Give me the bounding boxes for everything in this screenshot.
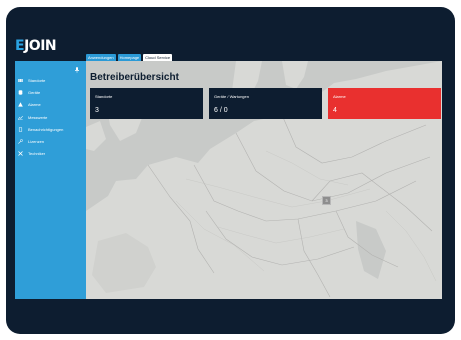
sidebar-item-label: Techniker: [28, 150, 46, 156]
phone-icon: [18, 126, 23, 132]
stat-card-value: 6 / 0: [214, 107, 228, 114]
page-title: Betreiberübersicht: [90, 72, 179, 83]
sidebar-item-alarme[interactable]: Alarme: [15, 100, 86, 108]
stat-card-label: Standorte: [95, 94, 113, 99]
sidebar: Standorte Geräte Alarme Messwerte Benach…: [15, 61, 86, 299]
map-location-marker[interactable]: 3: [322, 196, 331, 205]
sidebar-item-label: Alarme: [28, 101, 41, 107]
key-icon: [18, 138, 23, 144]
stat-card-label: Geräte / Wartungen: [214, 94, 249, 99]
stat-card-alarme[interactable]: Alarme 4: [328, 88, 441, 119]
pin-icon[interactable]: [74, 67, 80, 73]
sidebar-item-benachrichtigungen[interactable]: Benachrichtigungen: [15, 125, 86, 133]
sidebar-item-label: Lizenzen: [28, 138, 45, 144]
sidebar-item-lizenzen[interactable]: Lizenzen: [15, 137, 86, 145]
app-logo: EJOIN: [15, 38, 57, 54]
stat-card-standorte[interactable]: Standorte 3: [90, 88, 203, 119]
sidebar-item-label: Standorte: [28, 77, 46, 83]
sidebar-item-standorte[interactable]: Standorte: [15, 76, 86, 84]
sidebar-item-geraete[interactable]: Geräte: [15, 88, 86, 96]
map-marker-count: 3: [325, 198, 328, 203]
sidebar-item-label: Benachrichtigungen: [28, 126, 64, 132]
stat-card-value: 4: [333, 107, 337, 114]
wrench-icon: [18, 150, 23, 156]
database-icon: [18, 89, 23, 95]
sidebar-item-messwerte[interactable]: Messwerte: [15, 113, 86, 121]
map-icon: [18, 78, 23, 83]
stat-card-label: Alarme: [333, 94, 346, 99]
stat-card-geraete-wartungen[interactable]: Geräte / Wartungen 6 / 0: [209, 88, 322, 119]
stat-card-value: 3: [95, 107, 99, 114]
sidebar-item-label: Geräte: [28, 89, 41, 95]
sidebar-item-label: Messwerte: [28, 114, 48, 120]
chart-icon: [18, 115, 23, 120]
sidebar-item-techniker[interactable]: Techniker: [15, 149, 86, 157]
warning-icon: [18, 101, 23, 107]
